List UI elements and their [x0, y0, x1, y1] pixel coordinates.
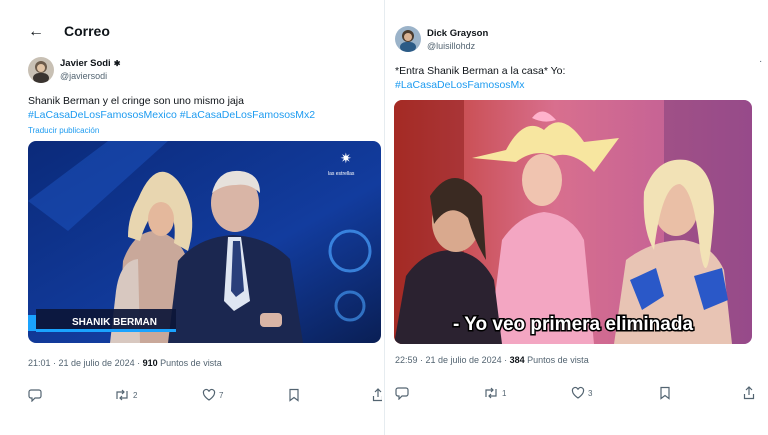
hashtag-line: #LaCasaDeLosFamososMexico #LaCasaDeLosFa… [28, 108, 315, 122]
back-arrow-icon[interactable]: ← [28, 24, 44, 40]
svg-text:✷: ✷ [340, 151, 352, 167]
reply-button[interactable] [28, 388, 45, 402]
views-label: Puntos de vista [160, 358, 222, 368]
like-button[interactable]: 7 [202, 388, 223, 402]
tweet-text: *Entra Shanik Berman a la casa* Yo: [395, 65, 566, 77]
right-tweet-panel: Dick Grayson @luisillohdz · *Entra Shani… [384, 0, 768, 435]
reply-icon [28, 389, 42, 402]
bookmark-button[interactable] [659, 386, 671, 400]
reply-icon [395, 387, 409, 400]
like-button[interactable]: 3 [571, 386, 592, 400]
views-label: Puntos de vista [527, 355, 589, 365]
avatar[interactable] [395, 26, 421, 52]
like-icon [202, 388, 216, 401]
channel-logo: las estrellas [328, 171, 355, 177]
avatar[interactable] [28, 57, 54, 83]
author-name-text: Javier Sodi [60, 58, 111, 69]
share-button[interactable] [743, 386, 755, 400]
retweet-button[interactable]: 1 [483, 386, 506, 400]
hashtag-line: #LaCasaDeLosFamososMx [395, 78, 525, 92]
share-icon [372, 388, 382, 402]
header-bar: ← Correo [0, 14, 382, 50]
bookmark-button[interactable] [288, 388, 300, 402]
action-bar: 1 3 [395, 386, 755, 402]
bookmark-icon [289, 388, 299, 402]
tweet-text: Shanik Berman y el cringe son uno mismo … [28, 95, 244, 107]
retweet-count: 1 [502, 388, 507, 398]
retweet-button[interactable]: 2 [114, 388, 137, 402]
author-handle[interactable]: @javiersodi [60, 71, 107, 81]
tweet-meta: 22:59 · 21 de julio de 2024 · 384 Puntos… [395, 355, 589, 365]
action-bar: 2 7 [28, 388, 382, 404]
retweet-icon [485, 387, 497, 399]
tweet-image[interactable]: ✷ las estrellas SHANIK BERMAN [28, 141, 381, 343]
views-count: 910 [142, 358, 158, 368]
hashtag-link[interactable]: #LaCasaDeLosFamososMexico [28, 109, 177, 121]
share-icon [743, 386, 755, 400]
page-title: Correo [64, 23, 110, 39]
retweet-icon [116, 389, 128, 401]
tweet-meta: 21:01 · 21 de julio de 2024 · 910 Puntos… [28, 358, 222, 368]
author-handle[interactable]: @luisillohdz [427, 41, 475, 51]
timestamp[interactable]: 22:59 · 21 de julio de 2024 · [395, 355, 507, 365]
hashtag-link[interactable]: #LaCasaDeLosFamososMx2 [180, 109, 315, 121]
hashtag-link[interactable]: #LaCasaDeLosFamososMx [395, 79, 525, 91]
share-button[interactable] [372, 388, 382, 402]
like-icon [571, 386, 585, 399]
bookmark-icon [660, 386, 670, 400]
translate-link[interactable]: Traducir publicación [28, 126, 99, 135]
verified-icon: ✱ [113, 59, 121, 68]
like-count: 3 [588, 388, 593, 398]
author-name[interactable]: Dick Grayson [427, 28, 488, 39]
media-subtitle: - Yo veo primera eliminada [453, 314, 693, 335]
timestamp[interactable]: 21:01 · 21 de julio de 2024 · [28, 358, 140, 368]
retweet-count: 2 [133, 390, 138, 400]
author-name[interactable]: Javier Sodi ✱ [60, 58, 120, 69]
tweet-image[interactable]: - Yo veo primera eliminada [394, 100, 752, 344]
left-tweet-panel: ← Correo Javier Sodi ✱ @javiersodi Shanik… [0, 0, 382, 435]
media-caption: SHANIK BERMAN [72, 317, 157, 328]
views-count: 384 [509, 355, 525, 365]
like-count: 7 [219, 390, 224, 400]
reply-button[interactable] [395, 386, 412, 400]
more-icon[interactable]: · [759, 56, 762, 67]
